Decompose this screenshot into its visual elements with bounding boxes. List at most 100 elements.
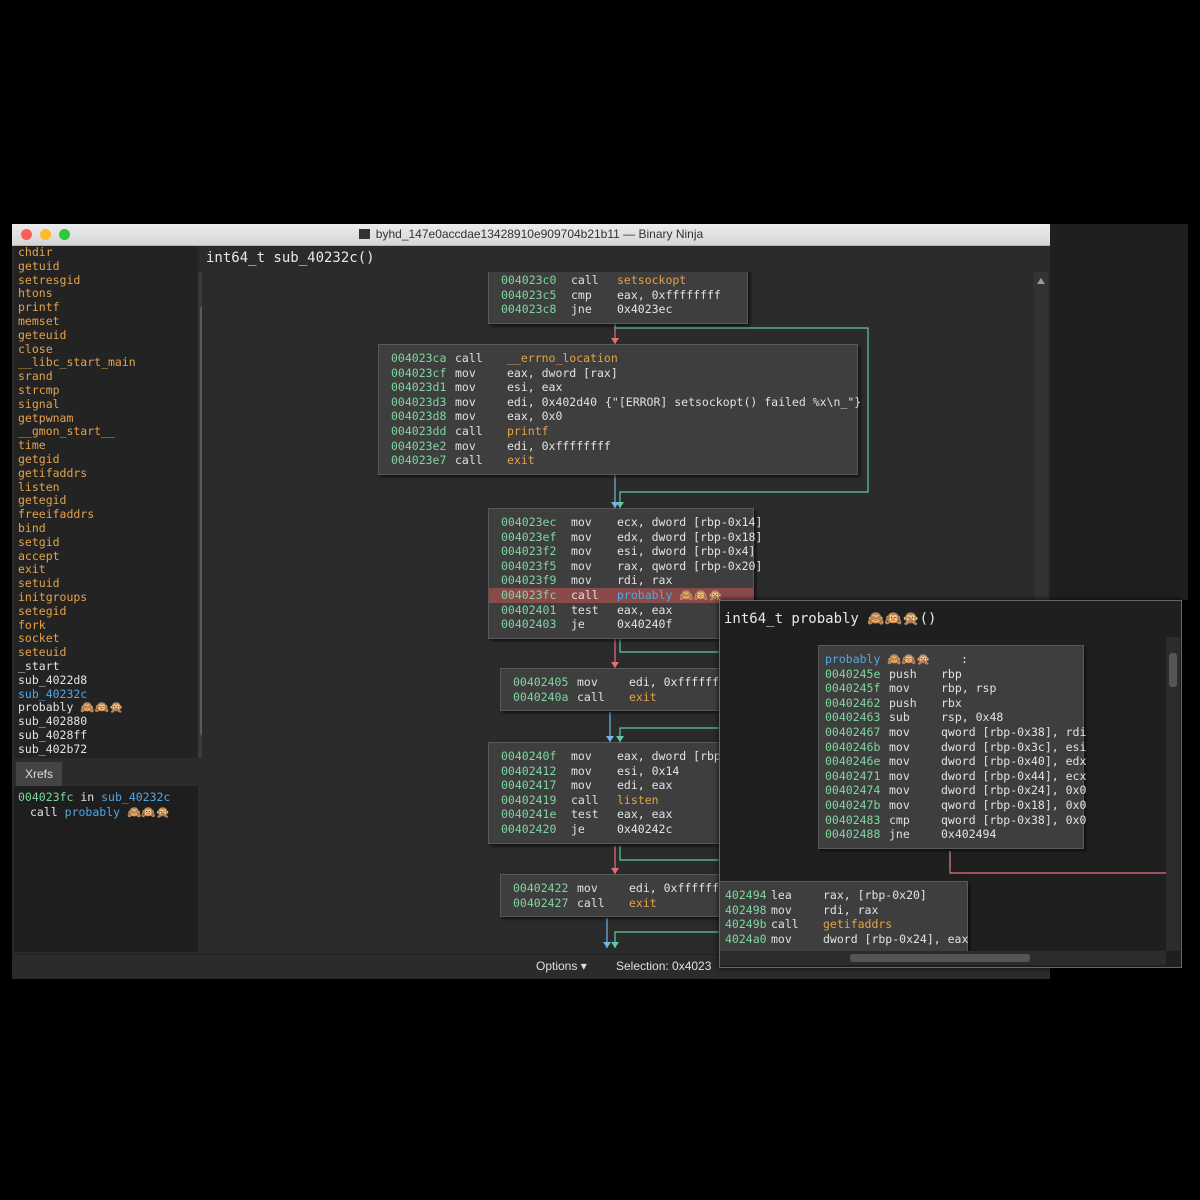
symbol-item[interactable]: accept <box>18 549 60 564</box>
instruction-row[interactable]: 0040240f mov eax, dword [rbp-0x4 <box>489 749 749 764</box>
instruction-operands[interactable]: eax, eax <box>617 807 672 822</box>
instruction-operands[interactable]: printf <box>507 424 549 439</box>
instruction-operands[interactable]: dword [rbp-0x24], eax <box>823 932 968 947</box>
instruction-row[interactable]: 004023e7 call exit <box>379 453 857 468</box>
instruction-operands[interactable]: eax, 0x0 <box>507 409 562 424</box>
function-label[interactable]: probably 🙈🙉🙊 <box>825 652 930 667</box>
popup-disassembly-graph[interactable]: probably 🙈🙉🙊:0040245e push rbp 0040245f mov r… <box>720 637 1166 951</box>
instruction-row[interactable]: 00402405 mov edi, 0xffffffff <box>501 675 733 690</box>
basic-block[interactable]: 004023c0 call setsockopt 004023c5 cmp eax, 0x… <box>488 272 748 324</box>
instruction-row[interactable]: 00402412 mov esi, 0x14 <box>489 764 739 779</box>
symbol-item[interactable]: initgroups <box>18 590 87 605</box>
scroll-up-arrow-icon[interactable] <box>1037 278 1045 284</box>
instruction-operands[interactable]: rax, [rbp-0x20] <box>823 888 927 903</box>
instruction-row[interactable]: 00402474 mov dword [rbp-0x24], 0x0 <box>819 783 1086 798</box>
instruction-operands[interactable]: esi, eax <box>507 380 562 395</box>
symbol-item[interactable]: probably 🙈🙉🙊 <box>18 701 123 715</box>
instruction-row[interactable]: 004023ef mov edx, dword [rbp-0x18] <box>489 530 762 545</box>
instruction-row[interactable]: 00402420 je 0x40242c <box>489 822 739 837</box>
instruction-operands[interactable]: setsockopt <box>617 273 686 288</box>
symbol-item[interactable]: freeifaddrs <box>18 507 94 522</box>
instruction-row[interactable]: 00402422 mov edi, 0xffffffff <box>501 881 733 896</box>
instruction-operands[interactable]: eax, 0xffffffff <box>617 288 721 303</box>
instruction-row[interactable]: 00402401 test eax, eax <box>489 603 753 618</box>
instruction-operands[interactable]: esi, dword [rbp-0x4] <box>617 544 755 559</box>
basic-block[interactable]: 004023ec mov ecx, dword [rbp-0x14] 004023ef… <box>488 508 762 639</box>
symbol-item[interactable]: __gmon_start__ <box>18 425 115 439</box>
symbol-item[interactable]: time <box>18 438 46 453</box>
instruction-row[interactable]: 004023f9 mov rdi, rax <box>489 573 753 588</box>
basic-block[interactable]: 004023ca call __errno_location 004023cf mov e… <box>378 344 861 475</box>
instruction-row[interactable]: 004023e2 mov edi, 0xffffffff <box>379 439 857 454</box>
instruction-row[interactable]: 004023d3 mov edi, 0x402d40 {"[ERROR] setsoc… <box>379 395 861 410</box>
tab-xrefs[interactable]: Xrefs <box>16 762 62 786</box>
instruction-row[interactable]: 00402483 cmp qword [rbp-0x38], 0x0 <box>819 813 1086 828</box>
basic-block[interactable]: 0040240f mov eax, dword [rbp-0x4 00402412 mo… <box>488 742 749 844</box>
instruction-operands[interactable]: qword [rbp-0x38], rdi <box>941 725 1086 740</box>
instruction-operands[interactable]: dword [rbp-0x40], edx <box>941 754 1086 769</box>
symbol-item[interactable]: setegid <box>18 604 66 619</box>
instruction-operands[interactable]: rsp, 0x48 <box>941 710 1003 725</box>
symbol-item[interactable]: sub_4028ff <box>18 728 87 743</box>
symbol-item[interactable]: close <box>18 342 53 357</box>
symbol-item[interactable]: getuid <box>18 259 60 274</box>
symbol-item[interactable]: getifaddrs <box>18 466 87 481</box>
instruction-operands[interactable]: rbp, rsp <box>941 681 996 696</box>
instruction-row[interactable]: 004023d1 mov esi, eax <box>379 380 857 395</box>
instruction-operands[interactable]: edx, dword [rbp-0x18] <box>617 530 762 545</box>
instruction-operands[interactable]: eax, eax <box>617 603 672 618</box>
instruction-row[interactable]: 00402471 mov dword [rbp-0x44], ecx <box>819 769 1086 784</box>
xref-line-location[interactable]: 004023fc in sub_40232c <box>18 790 170 804</box>
instruction-row[interactable]: 0040246b mov dword [rbp-0x3c], esi <box>819 740 1086 755</box>
xref-address[interactable]: 004023fc <box>18 790 73 804</box>
symbol-item[interactable]: __libc_start_main <box>18 356 136 370</box>
symbol-item[interactable]: geteuid <box>18 328 66 343</box>
instruction-row[interactable]: 004023c8 jne 0x4023ec <box>489 302 747 317</box>
instruction-operands[interactable]: dword [rbp-0x44], ecx <box>941 769 1086 784</box>
symbol-item[interactable]: setuid <box>18 576 60 591</box>
symbol-item[interactable]: signal <box>18 397 60 412</box>
symbol-item[interactable]: strcmp <box>18 383 60 398</box>
instruction-operands[interactable]: qword [rbp-0x38], 0x0 <box>941 813 1086 828</box>
instruction-row[interactable]: 004023f5 mov rax, qword [rbp-0x20] <box>489 559 762 574</box>
symbol-item[interactable]: setgid <box>18 535 60 550</box>
instruction-operands[interactable]: rdi, rax <box>823 903 878 918</box>
instruction-operands[interactable]: 0x402494 <box>941 827 996 842</box>
instruction-operands[interactable]: listen <box>617 793 659 808</box>
instruction-row[interactable]: 004023ca call __errno_location <box>379 351 857 366</box>
instruction-row[interactable]: 0040247b mov qword [rbp-0x18], 0x0 <box>819 798 1086 813</box>
xref-target[interactable]: probably 🙈🙉🙊 <box>65 805 170 819</box>
instruction-operands[interactable]: 0x40242c <box>617 822 672 837</box>
instruction-operands[interactable]: edi, eax <box>617 778 672 793</box>
instruction-operands[interactable]: ecx, dword [rbp-0x14] <box>617 515 762 530</box>
instruction-operands[interactable]: qword [rbp-0x18], 0x0 <box>941 798 1086 813</box>
symbol-item[interactable]: srand <box>18 369 53 384</box>
instruction-row[interactable]: 00402419 call listen <box>489 793 739 808</box>
instruction-operands[interactable]: eax, dword [rax] <box>507 366 618 381</box>
instruction-operands[interactable]: 0x4023ec <box>617 302 672 317</box>
instruction-operands[interactable]: getifaddrs <box>823 917 892 932</box>
instruction-row[interactable]: 00402427 call exit <box>501 896 727 911</box>
instruction-operands[interactable]: probably 🙈🙉🙊 <box>617 588 722 603</box>
instruction-operands[interactable]: esi, 0x14 <box>617 764 679 779</box>
symbol-item[interactable]: getegid <box>18 494 66 508</box>
instruction-operands[interactable]: __errno_location <box>507 351 618 366</box>
instruction-row[interactable]: 00402463 sub rsp, 0x48 <box>819 710 1083 725</box>
instruction-operands[interactable]: dword [rbp-0x3c], esi <box>941 740 1086 755</box>
instruction-row[interactable]: 0040240a call exit <box>501 690 727 705</box>
instruction-operands[interactable]: 0x40240f <box>617 617 672 632</box>
popup-basic-block[interactable]: 402494 lea rax, [rbp-0x20] 402498 mov rdi, ra… <box>720 881 968 951</box>
instruction-operands[interactable]: rax, qword [rbp-0x20] <box>617 559 762 574</box>
instruction-operands[interactable]: rbp <box>941 667 962 682</box>
instruction-operands[interactable]: exit <box>507 453 535 468</box>
instruction-operands[interactable]: edi, 0xffffffff <box>629 881 733 896</box>
symbol-item[interactable]: chdir <box>18 246 53 260</box>
xref-line-instruction[interactable]: call probably 🙈🙉🙊 <box>30 805 170 819</box>
popup-vscroll-thumb[interactable] <box>1169 653 1177 687</box>
instruction-row[interactable]: 402494 lea rax, [rbp-0x20] <box>720 888 967 903</box>
instruction-operands[interactable]: rbx <box>941 696 962 711</box>
instruction-operands[interactable]: rdi, rax <box>617 573 672 588</box>
instruction-row[interactable]: 00402467 mov qword [rbp-0x38], rdi <box>819 725 1086 740</box>
instruction-row[interactable]: 00402488 jne 0x402494 <box>819 827 1083 842</box>
symbol-item[interactable]: listen <box>18 480 60 495</box>
